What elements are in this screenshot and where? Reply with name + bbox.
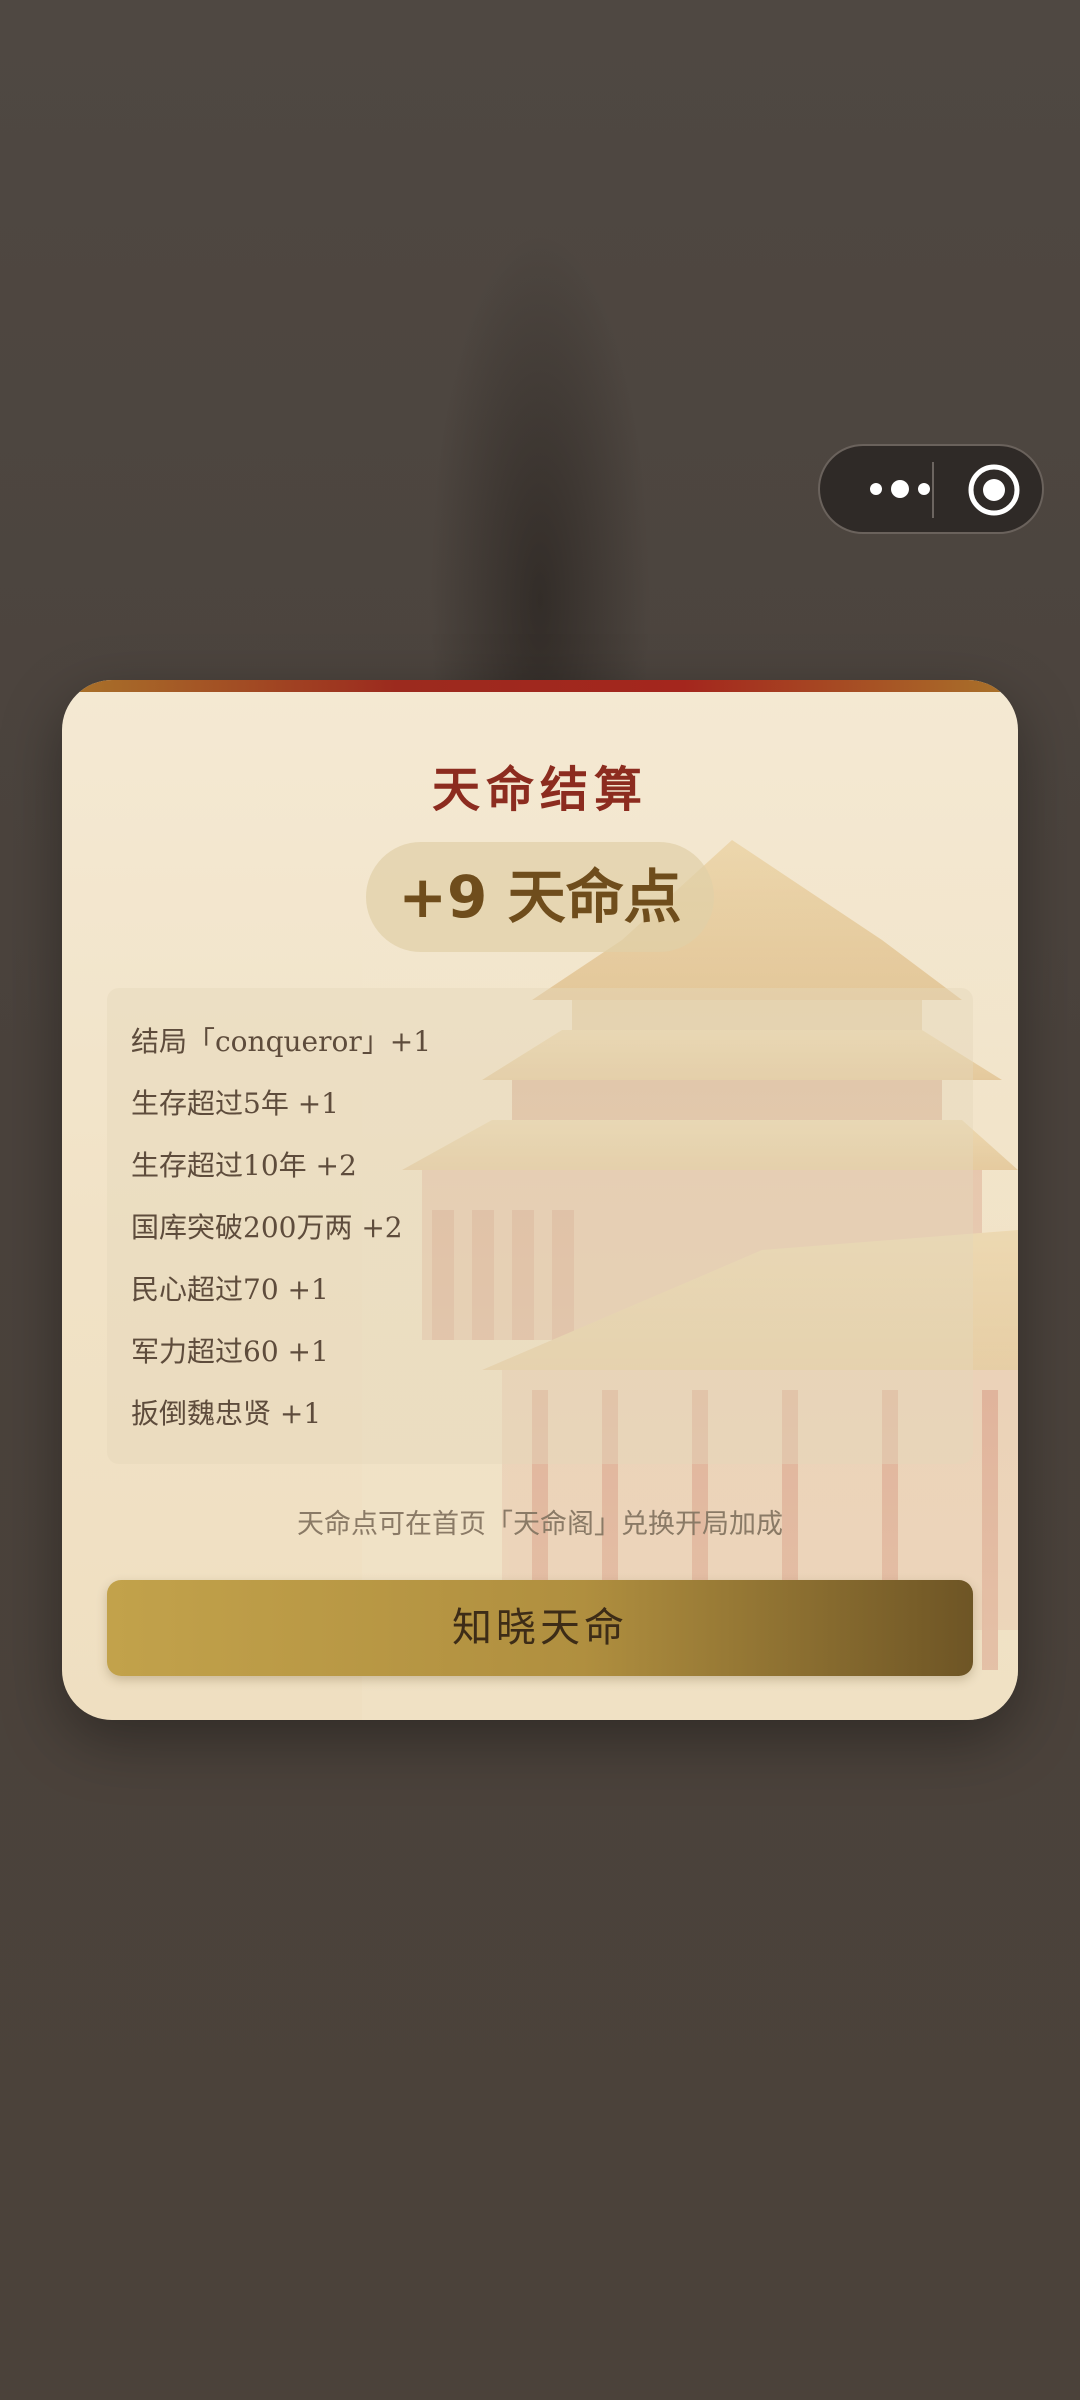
mini-program-capsule <box>818 444 1044 534</box>
more-dots-icon[interactable] <box>850 446 950 532</box>
list-item: 国库突破200万两 +2 <box>131 1211 403 1244</box>
list-item: 结局「conqueror」+1 <box>131 1025 432 1058</box>
capsule-divider <box>932 462 934 518</box>
list-item: 生存超过10年 +2 <box>131 1149 357 1182</box>
confirm-button[interactable]: 知晓天命 <box>107 1580 973 1676</box>
list-item: 军力超过60 +1 <box>131 1335 329 1368</box>
list-item: 生存超过5年 +1 <box>131 1087 339 1120</box>
record-target-icon[interactable] <box>966 462 1022 518</box>
dialog-title: 天命结算 <box>431 762 648 818</box>
redeem-hint-text: 天命点可在首页「天命阁」兑换开局加成 <box>297 1509 783 1540</box>
list-item: 扳倒魏忠贤 +1 <box>131 1397 322 1430</box>
settlement-dialog: 天命结算 +9 天命点 结局「conqueror」+1 生存超过5年 +1 生存… <box>62 680 1018 1720</box>
list-item: 民心超过70 +1 <box>131 1273 329 1306</box>
points-earned-badge: +9 天命点 <box>366 842 714 952</box>
dialog-top-accent <box>62 680 1018 692</box>
reward-breakdown-list: 结局「conqueror」+1 生存超过5年 +1 生存超过10年 +2 国库突… <box>107 988 973 1464</box>
